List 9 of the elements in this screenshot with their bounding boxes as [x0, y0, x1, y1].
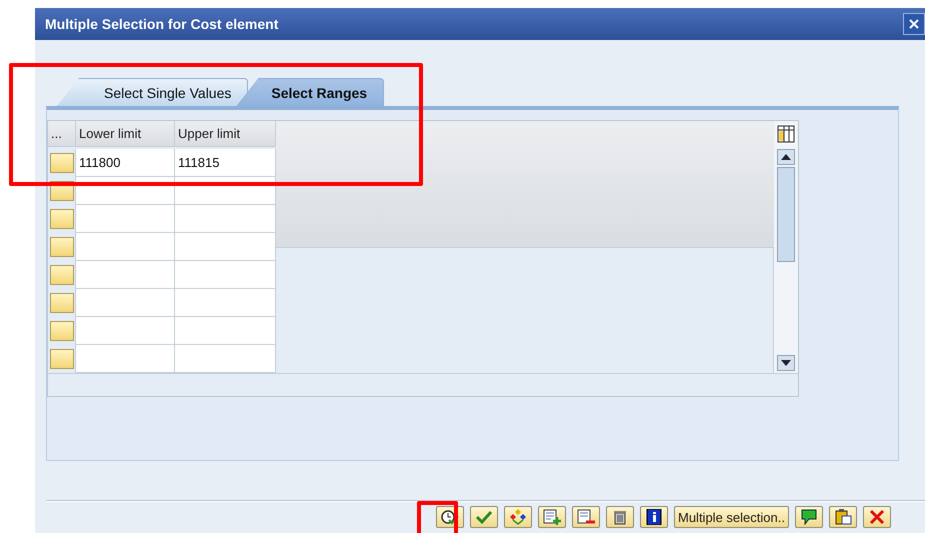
column-header: Lower limit: [76, 121, 175, 147]
tab[interactable]: Select Ranges: [236, 78, 384, 106]
multiple-selection-button[interactable]: Multiple selection..: [674, 506, 789, 528]
column-header: Upper limit: [175, 121, 276, 147]
window-title: Multiple Selection for Cost element: [45, 16, 278, 32]
column-header: ...: [48, 121, 76, 147]
table-cell[interactable]: 111815: [175, 149, 276, 177]
table-cell[interactable]: 111800: [76, 149, 175, 177]
tab[interactable]: Select Single Values: [57, 78, 248, 106]
